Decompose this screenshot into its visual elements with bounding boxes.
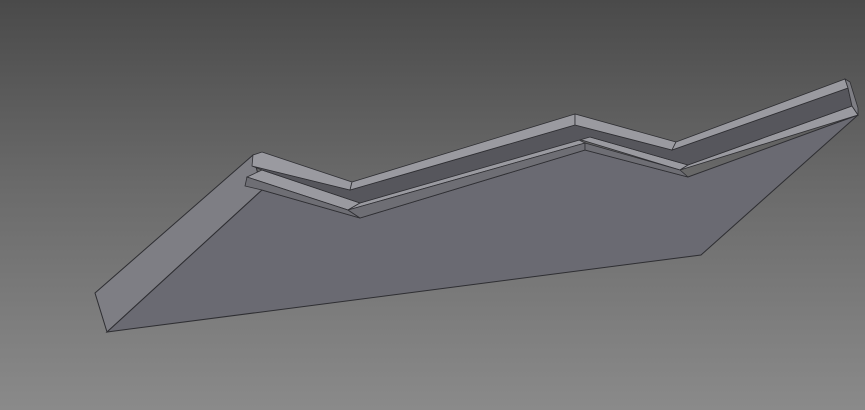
model-canvas[interactable] xyxy=(0,0,865,410)
3d-viewport[interactable] xyxy=(0,0,865,410)
